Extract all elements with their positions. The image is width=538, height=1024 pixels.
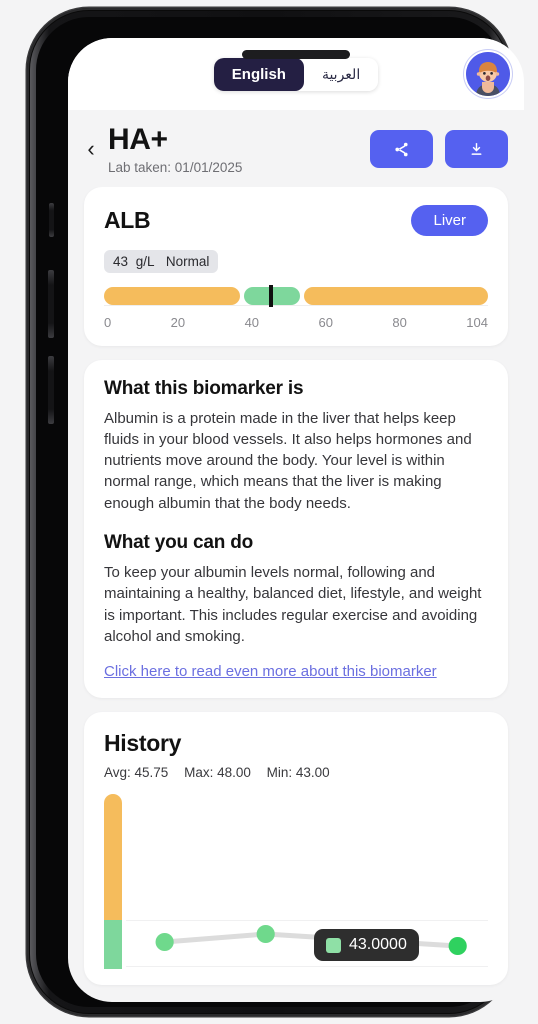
back-chevron-icon[interactable]: ‹ <box>78 136 104 162</box>
language-toggle[interactable]: English العربية <box>213 57 379 91</box>
top-bar: English العربية <box>68 38 524 110</box>
section-body-what-is: Albumin is a protein made in the liver t… <box>104 409 472 512</box>
section-title-what-is: What this biomarker is <box>104 377 304 399</box>
gauge-tick-labels: 0 20 40 60 80 104 <box>104 315 488 330</box>
history-min: Min: 43.00 <box>266 765 330 781</box>
section-body-what-you-can-do: To keep your albumin levels normal, foll… <box>104 563 482 645</box>
gauge-tick: 20 <box>170 314 186 330</box>
chart-tooltip: 43.0000 <box>314 929 419 962</box>
organ-badge[interactable]: Liver <box>411 204 488 236</box>
status-badge: Normal <box>165 253 210 269</box>
phone-screen: English العربية ‹ HA+ Lab taken: 01/01/2… <box>68 38 524 1002</box>
biomarker-value: 43 <box>113 253 129 269</box>
page-header: ‹ HA+ Lab taken: 01/01/2025 <box>68 110 524 187</box>
biomarker-name: ALB <box>104 206 151 233</box>
history-title: History <box>104 730 182 757</box>
gauge: 0 20 40 60 80 104 <box>104 284 488 330</box>
gauge-track <box>104 284 488 307</box>
history-avg: Avg: 45.75 <box>104 765 169 781</box>
chart-point <box>155 933 174 952</box>
phone-frame: English العربية ‹ HA+ Lab taken: 01/01/2… <box>27 8 524 1016</box>
avatar-face-icon <box>466 52 510 96</box>
gauge-tick: 104 <box>466 314 488 330</box>
gauge-segment-high <box>303 286 488 305</box>
section-title-what-you-can-do: What you can do <box>104 531 254 553</box>
silent-switch-button[interactable] <box>49 203 54 237</box>
avatar[interactable] <box>466 52 510 96</box>
share-button[interactable] <box>370 130 433 169</box>
gauge-tick: 60 <box>318 314 333 330</box>
gauge-segment-normal <box>244 284 300 307</box>
header-actions <box>370 130 508 169</box>
lab-taken-date: Lab taken: 01/01/2025 <box>108 159 243 175</box>
title-block: HA+ Lab taken: 01/01/2025 <box>104 124 370 175</box>
biomarker-unit: g/L <box>135 253 155 269</box>
gauge-tick: 40 <box>244 314 260 330</box>
page-title: HA+ <box>108 123 168 156</box>
language-option-arabic[interactable]: العربية <box>303 57 379 91</box>
biomarker-header: ALB Liver <box>104 204 488 236</box>
volume-down-button[interactable] <box>48 356 54 424</box>
chart-point <box>256 925 275 944</box>
share-icon <box>395 142 408 157</box>
history-max: Max: 48.00 <box>184 765 251 781</box>
biomarker-card: ALB Liver 43 g/L Normal 0 20 40 60 80 10… <box>84 186 508 346</box>
language-option-english[interactable]: English <box>213 57 304 91</box>
chart-point-active <box>448 937 467 956</box>
gauge-segment-low <box>104 286 241 305</box>
download-button[interactable] <box>445 130 508 169</box>
gauge-value-marker <box>268 284 273 307</box>
history-card: History Avg: 45.75 Max: 48.00 Min: 43.00 <box>84 712 508 986</box>
volume-up-button[interactable] <box>48 270 54 338</box>
download-icon <box>471 142 482 155</box>
gauge-tick: 80 <box>392 314 407 330</box>
tooltip-color-swatch <box>326 937 341 953</box>
history-stats: Avg: 45.75 Max: 48.00 Min: 43.00 <box>104 765 488 780</box>
content-scroll-area[interactable]: ALB Liver 43 g/L Normal 0 20 40 60 80 10… <box>68 186 524 1003</box>
gauge-tick: 0 <box>104 314 112 330</box>
chart-line-series <box>155 925 467 956</box>
tooltip-value: 43.0000 <box>349 936 407 954</box>
value-status-chip: 43 g/L Normal <box>104 249 219 273</box>
speaker-notch <box>242 50 350 59</box>
read-more-link[interactable]: Click here to read even more about this … <box>104 661 437 682</box>
biomarker-info-card: What this biomarker is Albumin is a prot… <box>84 359 508 699</box>
history-chart[interactable]: 43.0000 <box>104 794 488 970</box>
